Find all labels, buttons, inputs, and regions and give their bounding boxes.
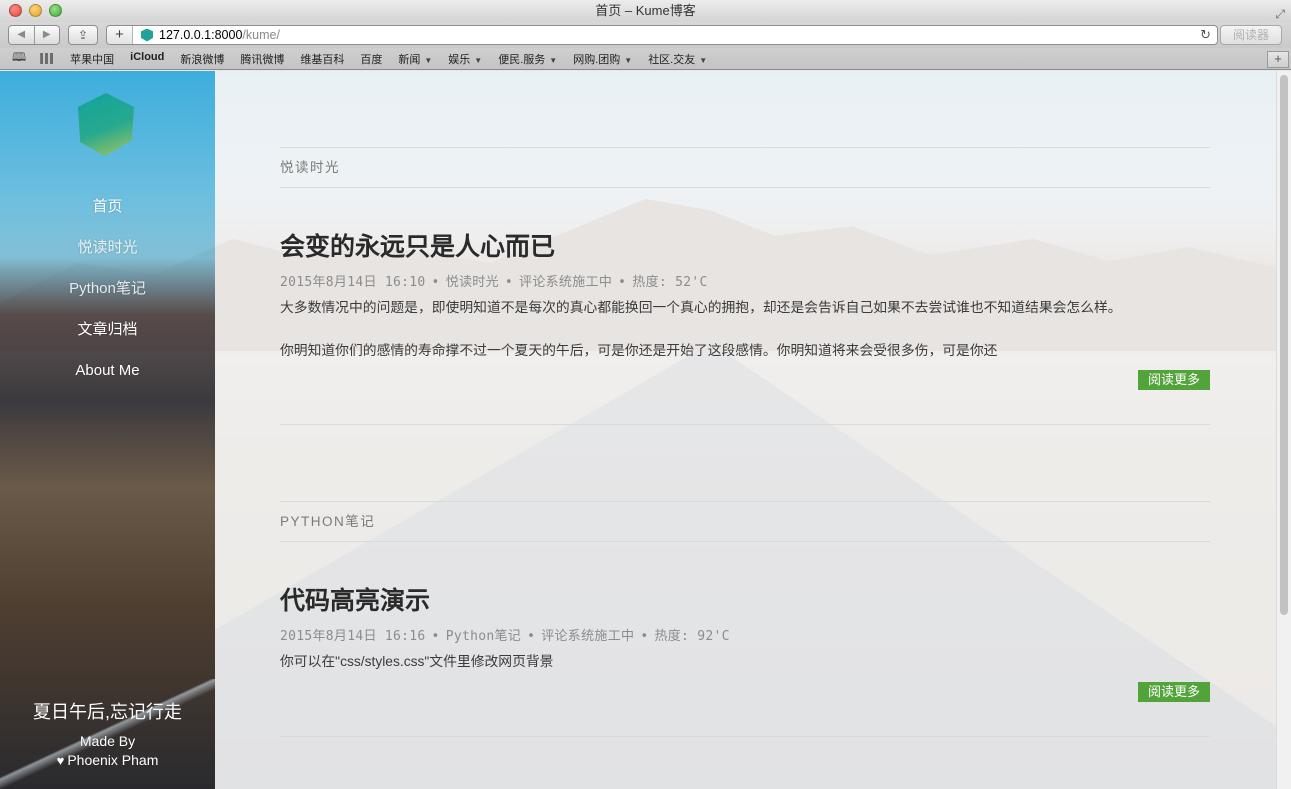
post-meta: 2015年8月14日 16:10 • 悦读时光 • 评论系统施工中 • 热度: 52'C — [280, 271, 708, 290]
back-button[interactable]: ◀ — [9, 26, 35, 44]
nav-home[interactable]: 首页 — [0, 197, 215, 238]
url-text[interactable]: 127.0.0.1:8000/kume/ — [159, 28, 280, 42]
post-meta: 2015年8月14日 16:16 • Python笔记 • 评论系统施工中 • 热度: 92… — [280, 625, 730, 644]
nav-about-me[interactable]: About Me — [0, 361, 215, 402]
post-divider — [280, 736, 1210, 737]
heart-icon: ♥ — [56, 753, 65, 768]
bookmark-label: 新浪微博 — [180, 53, 225, 66]
bookmark-item[interactable]: 腾讯微博 — [240, 51, 284, 67]
bookmark-label: 腾讯微博 — [240, 53, 285, 66]
nav-archive[interactable]: 文章归档 — [0, 320, 215, 361]
post-date: 2015年8月14日 16:16 — [280, 629, 426, 644]
bookmark-item[interactable]: 新浪微博 — [180, 51, 224, 67]
window-title: 首页 – Kume博客 — [595, 3, 696, 18]
post-date: 2015年8月14日 16:10 — [280, 275, 426, 290]
meta-separator: • — [527, 629, 536, 644]
bookmark-label: 社区.交友 — [648, 53, 696, 66]
meta-separator: • — [640, 629, 649, 644]
sidebar: 首页 悦读时光 Python笔记 文章归档 About Me 夏日午后,忘记行走… — [0, 71, 215, 789]
category-header[interactable]: PYTHON笔记 — [280, 501, 1210, 542]
post-comments: 评论系统施工中 — [541, 629, 635, 644]
bookmark-item[interactable]: 维基百科 — [300, 51, 344, 67]
bookmarks-bar: 🕮 苹果中国 iCloud 新浪微博 腾讯微博 维基百科 百度 新闻 ▼ 娱乐 ▼ 便民.服务 ▼ 网购… — [0, 48, 1291, 70]
post-heat: 热度: 92'C — [654, 629, 730, 644]
close-window-button[interactable] — [9, 4, 22, 17]
top-sites-grid-icon[interactable] — [40, 53, 55, 64]
sidebar-footer: 夏日午后,忘记行走 Made By ♥ Phoenix Pham — [0, 700, 215, 770]
post-divider — [280, 424, 1210, 425]
bookmark-label: 百度 — [360, 53, 383, 66]
bookmark-item[interactable]: 苹果中国 — [70, 51, 114, 67]
bookmark-item[interactable]: 网购.团购 ▼ — [573, 51, 632, 67]
scrollbar-thumb[interactable] — [1280, 75, 1288, 615]
new-tab-button[interactable]: + — [1267, 51, 1289, 68]
reader-button[interactable]: 阅读器 — [1220, 25, 1282, 45]
site-logo[interactable] — [78, 93, 134, 156]
post-comments: 评论系统施工中 — [519, 275, 613, 290]
bookmark-label: 维基百科 — [300, 53, 345, 66]
bookmark-label: 新闻 — [398, 53, 421, 66]
dropdown-arrow-icon: ▼ — [549, 55, 558, 65]
address-bar[interactable]: + 127.0.0.1:8000/kume/ ↻ — [106, 25, 1218, 45]
nav-reading[interactable]: 悦读时光 — [0, 238, 215, 279]
meta-separator: • — [504, 275, 514, 290]
browser-toolbar: ◀ ▶ ⇪ + 127.0.0.1:8000/kume/ ↻ 阅读器 — [0, 22, 1291, 48]
post-excerpt-paragraph: 你明知道你们的感情的寿命撑不过一个夏天的午后，可是你还是开始了这段感情。你明知道… — [280, 343, 998, 358]
add-bookmark-button[interactable]: + — [107, 26, 133, 44]
reload-icon[interactable]: ↻ — [1200, 27, 1211, 43]
bookmark-list: 苹果中国 iCloud 新浪微博 腾讯微博 维基百科 百度 新闻 ▼ 娱乐 ▼ 便民.服务 ▼ 网购.团… — [54, 51, 707, 67]
url-path: /kume/ — [242, 28, 280, 42]
bookmark-item[interactable]: 百度 — [360, 51, 382, 67]
history-nav: ◀ ▶ — [8, 25, 60, 45]
bookmark-item[interactable]: 便民.服务 ▼ — [498, 51, 557, 67]
dropdown-arrow-icon: ▼ — [424, 55, 433, 65]
post-heat: 热度: 52'C — [632, 275, 708, 290]
window-controls — [9, 4, 62, 17]
bookmark-item[interactable]: 社区.交友 ▼ — [648, 51, 707, 67]
bookmark-item[interactable]: 娱乐 ▼ — [448, 51, 482, 67]
bookmark-item[interactable]: 新闻 ▼ — [398, 51, 432, 67]
post-category-link[interactable]: Python笔记 — [446, 629, 521, 644]
nav-python-notes[interactable]: Python笔记 — [0, 279, 215, 320]
dropdown-arrow-icon: ▼ — [699, 55, 708, 65]
meta-separator: • — [431, 275, 440, 290]
meta-separator: • — [431, 629, 440, 644]
read-more-button[interactable]: 阅读更多 — [1138, 370, 1210, 390]
forward-button[interactable]: ▶ — [35, 26, 60, 44]
vertical-scrollbar[interactable] — [1276, 71, 1291, 789]
bookmarks-book-icon[interactable]: 🕮 — [12, 48, 26, 69]
bookmark-label: 便民.服务 — [498, 53, 546, 66]
made-by-label: Made By — [79, 733, 136, 749]
site-slogan: 夏日午后,忘记行走 — [32, 702, 182, 722]
author-credit: ♥ Phoenix Pham — [0, 751, 215, 770]
author-name: Phoenix Pham — [67, 752, 159, 768]
zoom-window-button[interactable] — [49, 4, 62, 17]
category-header[interactable]: 悦读时光 — [280, 147, 1210, 188]
dropdown-arrow-icon: ▼ — [474, 55, 483, 65]
window-titlebar: 首页 – Kume博客 ⤢ — [0, 0, 1291, 22]
post-title[interactable]: 代码高亮演示 — [280, 581, 430, 617]
site-favicon-icon — [141, 28, 153, 42]
meta-separator: • — [618, 275, 627, 290]
post-excerpt-paragraph: 大多数情况中的问题是，即使明知道不是每次的真心都能换回一个真心的拥抱，却还是会告… — [280, 300, 1122, 315]
sidebar-nav: 首页 悦读时光 Python笔记 文章归档 About Me — [0, 197, 215, 402]
page-viewport: 首页 悦读时光 Python笔记 文章归档 About Me 夏日午后,忘记行走… — [0, 71, 1291, 789]
bookmark-label: iCloud — [130, 50, 165, 63]
url-host: 127.0.0.1:8000 — [159, 28, 243, 42]
main-content: 悦读时光 会变的永远只是人心而已 2015年8月14日 16:10 • 悦读时光 • 评… — [215, 71, 1276, 789]
share-button[interactable]: ⇪ — [68, 25, 98, 45]
dropdown-arrow-icon: ▼ — [624, 55, 633, 65]
bookmark-label: 娱乐 — [448, 53, 471, 66]
post-title[interactable]: 会变的永远只是人心而已 — [280, 227, 555, 263]
bookmark-item[interactable]: iCloud — [130, 51, 164, 67]
post-excerpt-paragraph: 你可以在"css/styles.css"文件里修改网页背景 — [280, 654, 554, 669]
post-category-link[interactable]: 悦读时光 — [446, 275, 499, 290]
bookmark-label: 苹果中国 — [70, 53, 115, 66]
minimize-window-button[interactable] — [29, 4, 42, 17]
read-more-button[interactable]: 阅读更多 — [1138, 682, 1210, 702]
bookmark-label: 网购.团购 — [573, 53, 621, 66]
